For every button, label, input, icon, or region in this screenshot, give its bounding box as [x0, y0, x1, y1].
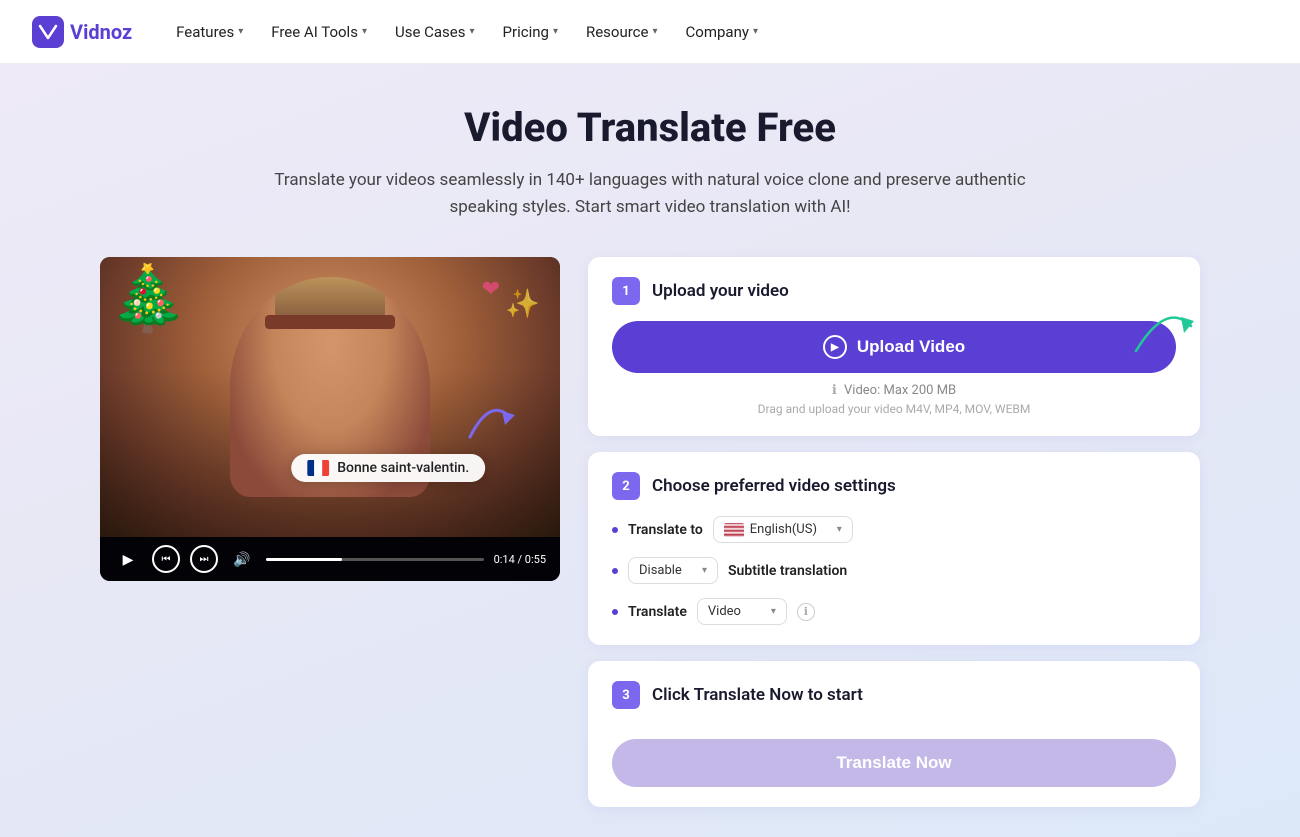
- subtitle-bubble: Bonne saint-valentin.: [291, 454, 485, 482]
- prev-button[interactable]: ⏮: [152, 545, 180, 573]
- nav-item-resource[interactable]: Resource ▾: [574, 15, 670, 49]
- next-button[interactable]: ⏭: [190, 545, 218, 573]
- subtitle-text: Bonne saint-valentin.: [337, 460, 469, 476]
- translate-value: Video: [708, 604, 741, 619]
- step3-card: 3 Click Translate Now to start Translate…: [588, 661, 1200, 807]
- step1-title: Upload your video: [652, 281, 789, 301]
- translate-now-button[interactable]: Translate Now: [612, 739, 1176, 787]
- hero-subtitle: Translate your videos seamlessly in 140+…: [260, 167, 1040, 221]
- chevron-down-icon: ▾: [652, 26, 657, 37]
- video-controls: ▶ ⏮ ⏭ 🔊 0:14 / 0:55: [100, 537, 560, 581]
- video-player: 🎄 ✨ ❤: [100, 257, 560, 581]
- step2-header: 2 Choose preferred video settings: [612, 472, 1176, 500]
- nav-item-use-cases[interactable]: Use Cases ▾: [383, 15, 487, 49]
- upload-formats: Drag and upload your video M4V, MP4, MOV…: [612, 402, 1176, 416]
- subtitle-label: Subtitle translation: [728, 563, 847, 579]
- step3-badge: 3: [612, 681, 640, 709]
- step2-title: Choose preferred video settings: [652, 476, 896, 496]
- video-time: 0:14 / 0:55: [494, 553, 546, 566]
- subtitle-row: Disable ▾ Subtitle translation: [612, 557, 1176, 584]
- french-flag-icon: [307, 460, 329, 476]
- translate-label: Translate: [628, 604, 687, 620]
- step1-badge: 1: [612, 277, 640, 305]
- step1-card: 1 Upload your video ▶ Upload Video ℹ: [588, 257, 1200, 436]
- play-button[interactable]: ▶: [114, 545, 142, 573]
- chevron-down-icon: ▾: [837, 524, 842, 535]
- logo[interactable]: Vidnoz: [32, 16, 132, 48]
- chevron-down-icon: ▾: [238, 26, 243, 37]
- info-icon: ℹ: [832, 383, 837, 398]
- right-panel: 1 Upload your video ▶ Upload Video ℹ: [588, 257, 1200, 807]
- arrow-decoration-svg: [460, 387, 520, 447]
- progress-bar[interactable]: [266, 558, 484, 561]
- video-frame: 🎄 ✨ ❤: [100, 257, 560, 537]
- nav-item-company[interactable]: Company ▾: [674, 15, 770, 49]
- logo-text: Vidnoz: [70, 20, 132, 44]
- main-content: Video Translate Free Translate your vide…: [0, 64, 1300, 837]
- volume-button[interactable]: 🔊: [228, 545, 256, 573]
- upload-info: ℹ Video: Max 200 MB: [612, 383, 1176, 398]
- page-title: Video Translate Free: [32, 104, 1268, 151]
- chevron-down-icon: ▾: [470, 26, 475, 37]
- navbar: Vidnoz Features ▾ Free AI Tools ▾ Use Ca…: [0, 0, 1300, 64]
- upload-play-icon: ▶: [823, 335, 847, 359]
- video-scene: 🎄 ✨ ❤: [100, 257, 560, 537]
- subtitle-value: Disable: [639, 563, 682, 578]
- progress-fill: [266, 558, 342, 561]
- step3-header: 3 Click Translate Now to start: [612, 681, 1176, 709]
- language-value: English(US): [750, 522, 817, 537]
- us-flag-icon: [724, 523, 744, 537]
- step2-card: 2 Choose preferred video settings Transl…: [588, 452, 1200, 645]
- upload-section: ▶ Upload Video: [612, 321, 1176, 373]
- bullet-icon: [612, 527, 618, 533]
- bullet-icon: [612, 568, 618, 574]
- chevron-down-icon: ▾: [753, 26, 758, 37]
- translate-to-row: Translate to English(US) ▾: [612, 516, 1176, 543]
- hat: [275, 277, 385, 317]
- xmas-tree-decoration: 🎄: [108, 267, 188, 331]
- chevron-down-icon: ▾: [362, 26, 367, 37]
- info-circle-icon[interactable]: ℹ: [797, 603, 815, 621]
- bokeh-lights: ✨: [505, 287, 540, 320]
- chevron-down-icon: ▾: [771, 606, 776, 617]
- step1-header: 1 Upload your video: [612, 277, 1176, 305]
- hero-section: Video Translate Free Translate your vide…: [32, 104, 1268, 221]
- step2-badge: 2: [612, 472, 640, 500]
- translate-row: Translate Video ▾ ℹ: [612, 598, 1176, 625]
- upload-video-button[interactable]: ▶ Upload Video: [612, 321, 1176, 373]
- nav-item-features[interactable]: Features ▾: [164, 15, 255, 49]
- nav-item-free-ai-tools[interactable]: Free AI Tools ▾: [259, 15, 379, 49]
- chevron-down-icon: ▾: [702, 565, 707, 576]
- nav-links: Features ▾ Free AI Tools ▾ Use Cases ▾ P…: [164, 15, 770, 49]
- hat-band: [265, 315, 395, 329]
- bullet-icon: [612, 609, 618, 615]
- content-row: 🎄 ✨ ❤: [100, 257, 1200, 807]
- teal-arrow-icon: [1116, 281, 1206, 371]
- translate-to-label: Translate to: [628, 522, 703, 538]
- translate-select[interactable]: Video ▾: [697, 598, 787, 625]
- nav-item-pricing[interactable]: Pricing ▾: [491, 15, 570, 49]
- step3-title: Click Translate Now to start: [652, 685, 863, 705]
- subtitle-select[interactable]: Disable ▾: [628, 557, 718, 584]
- language-select[interactable]: English(US) ▾: [713, 516, 853, 543]
- heart-decoration: ❤: [482, 277, 500, 302]
- chevron-down-icon: ▾: [553, 26, 558, 37]
